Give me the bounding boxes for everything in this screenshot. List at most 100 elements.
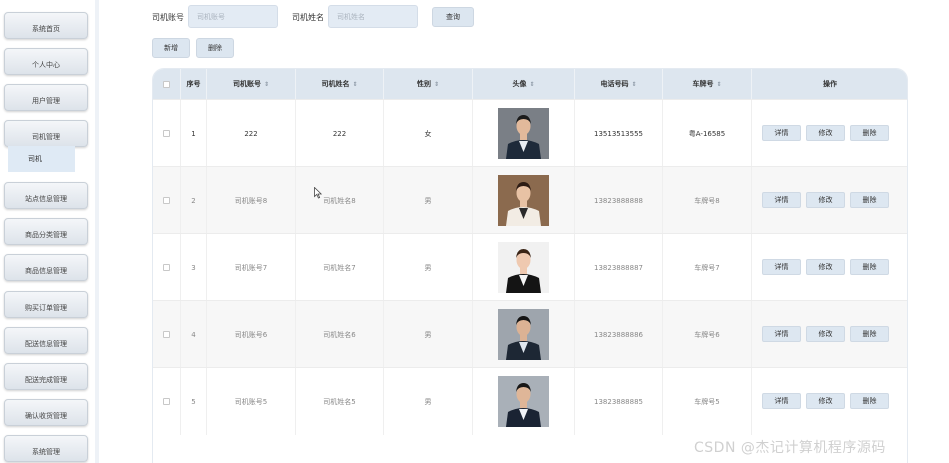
- cell-name: 司机姓名5: [296, 368, 384, 435]
- edit-button[interactable]: 修改: [806, 393, 845, 409]
- sidebar-item-label: 购买订单管理: [25, 303, 67, 312]
- sidebar-item-label: 商品分类管理: [25, 230, 67, 239]
- name-value: 司机姓名5: [323, 397, 356, 406]
- detail-button[interactable]: 详情: [762, 192, 801, 208]
- sidebar-item-label: 系统首页: [32, 24, 60, 33]
- row-select-cell[interactable]: [153, 100, 181, 167]
- avatar[interactable]: [498, 309, 549, 360]
- select-all-cell[interactable]: [153, 69, 181, 99]
- cell-avatar: [473, 368, 575, 435]
- gender-value: 男: [424, 263, 432, 272]
- name-value: 222: [332, 129, 347, 138]
- avatar[interactable]: [498, 175, 549, 226]
- avatar[interactable]: [498, 376, 549, 427]
- row-delete-button[interactable]: 删除: [850, 125, 889, 141]
- sort-icon[interactable]: ⇕: [352, 81, 357, 88]
- name-value: 司机姓名7: [323, 263, 356, 272]
- cell-index: 2: [181, 167, 207, 234]
- sidebar-item-driver-management[interactable]: 司机管理: [4, 120, 88, 147]
- name-search-input[interactable]: [328, 5, 418, 28]
- sidebar-item-home[interactable]: 系统首页: [4, 12, 88, 39]
- row-select-cell[interactable]: [153, 234, 181, 301]
- sort-icon[interactable]: ⇕: [529, 81, 534, 88]
- sort-icon[interactable]: ⇕: [264, 81, 269, 88]
- cell-index: 1: [181, 100, 207, 167]
- sidebar-item-delivery-management[interactable]: 配送信息管理: [4, 327, 88, 354]
- sidebar-item-product-management[interactable]: 商品信息管理: [4, 254, 88, 281]
- cell-name: 222: [296, 100, 384, 167]
- edit-button[interactable]: 修改: [806, 259, 845, 275]
- plate-value: 车牌号6: [694, 330, 720, 339]
- header-gender[interactable]: 性别 ⇕: [384, 69, 473, 99]
- cell-name: 司机姓名7: [296, 234, 384, 301]
- watermark: CSDN @杰记计算机程序源码: [694, 440, 886, 456]
- phone-value: 13823888885: [594, 397, 643, 406]
- detail-button[interactable]: 详情: [762, 125, 801, 141]
- gender-value: 女: [424, 129, 432, 138]
- header-index-label: 序号: [186, 80, 201, 88]
- edit-button[interactable]: 修改: [806, 326, 845, 342]
- row-delete-button[interactable]: 删除: [850, 393, 889, 409]
- header-avatar[interactable]: 头像 ⇕: [473, 69, 575, 99]
- cell-gender: 男: [384, 167, 473, 234]
- header-phone[interactable]: 电话号码 ⇕: [575, 69, 663, 99]
- sidebar-item-station-management[interactable]: 站点信息管理: [4, 182, 88, 209]
- row-select-cell[interactable]: [153, 301, 181, 368]
- select-all-checkbox[interactable]: [163, 80, 170, 88]
- row-delete-button[interactable]: 删除: [850, 259, 889, 275]
- row-checkbox[interactable]: [163, 398, 170, 405]
- header-name[interactable]: 司机姓名 ⇕: [296, 69, 384, 99]
- sidebar-item-delivery-complete[interactable]: 配送完成管理: [4, 363, 88, 390]
- sidebar-item-label: 确认收货管理: [25, 411, 67, 420]
- row-checkbox[interactable]: [163, 197, 170, 204]
- row-delete-button[interactable]: 删除: [850, 326, 889, 342]
- row-checkbox[interactable]: [163, 130, 170, 137]
- plate-value: 粤A-16585: [688, 129, 726, 138]
- cell-actions: 详情 修改 删除: [752, 301, 907, 368]
- query-button[interactable]: 查询: [432, 7, 474, 27]
- avatar[interactable]: [498, 108, 549, 159]
- header-index: 序号: [181, 69, 207, 99]
- detail-button[interactable]: 详情: [762, 259, 801, 275]
- avatar[interactable]: [498, 242, 549, 293]
- index-value: 1: [191, 129, 196, 138]
- edit-button[interactable]: 修改: [806, 125, 845, 141]
- phone-value: 13823888886: [594, 330, 643, 339]
- account-search-input[interactable]: [188, 5, 278, 28]
- row-checkbox[interactable]: [163, 264, 170, 271]
- sort-icon[interactable]: ⇕: [631, 81, 636, 88]
- detail-button[interactable]: 详情: [762, 326, 801, 342]
- header-plate[interactable]: 车牌号 ⇕: [663, 69, 752, 99]
- sidebar-item-personal-center[interactable]: 个人中心: [4, 48, 88, 75]
- mouse-cursor-icon: [314, 187, 322, 199]
- row-delete-button[interactable]: 删除: [850, 192, 889, 208]
- delete-button[interactable]: 删除: [196, 38, 234, 58]
- add-button[interactable]: 新增: [152, 38, 190, 58]
- sort-icon[interactable]: ⇕: [716, 81, 721, 88]
- detail-button[interactable]: 详情: [762, 393, 801, 409]
- cell-avatar: [473, 234, 575, 301]
- sidebar-subitem-driver[interactable]: 司机: [8, 146, 75, 172]
- sidebar: 系统首页 个人中心 用户管理 司机管理 司机 站点信息管理 商品分类管理 商品信…: [0, 0, 99, 463]
- driver-table: 序号 司机账号 ⇕ 司机姓名 ⇕ 性别 ⇕ 头像 ⇕ 电话号码 ⇕ 车牌号 ⇕ 操作 1 22…: [152, 68, 908, 463]
- sidebar-item-order-management[interactable]: 购买订单管理: [4, 291, 88, 318]
- cell-account: 司机账号5: [207, 368, 296, 435]
- row-select-cell[interactable]: [153, 167, 181, 234]
- cell-actions: 详情 修改 删除: [752, 167, 907, 234]
- account-value: 司机账号6: [234, 330, 268, 339]
- sort-icon[interactable]: ⇕: [434, 81, 439, 88]
- sidebar-item-category-management[interactable]: 商品分类管理: [4, 218, 88, 245]
- sidebar-item-user-management[interactable]: 用户管理: [4, 84, 88, 111]
- sidebar-item-receipt-confirm[interactable]: 确认收货管理: [4, 399, 88, 426]
- edit-button[interactable]: 修改: [806, 192, 845, 208]
- header-account[interactable]: 司机账号 ⇕: [207, 69, 296, 99]
- cell-plate: 车牌号6: [663, 301, 752, 368]
- cell-plate: 车牌号7: [663, 234, 752, 301]
- sidebar-item-label: 系统管理: [32, 447, 60, 456]
- index-value: 2: [191, 196, 196, 205]
- row-select-cell[interactable]: [153, 368, 181, 435]
- row-checkbox[interactable]: [163, 331, 170, 338]
- header-gender-label: 性别: [416, 80, 431, 88]
- sidebar-item-system-management[interactable]: 系统管理: [4, 435, 88, 462]
- phone-value: 13823888887: [594, 263, 643, 272]
